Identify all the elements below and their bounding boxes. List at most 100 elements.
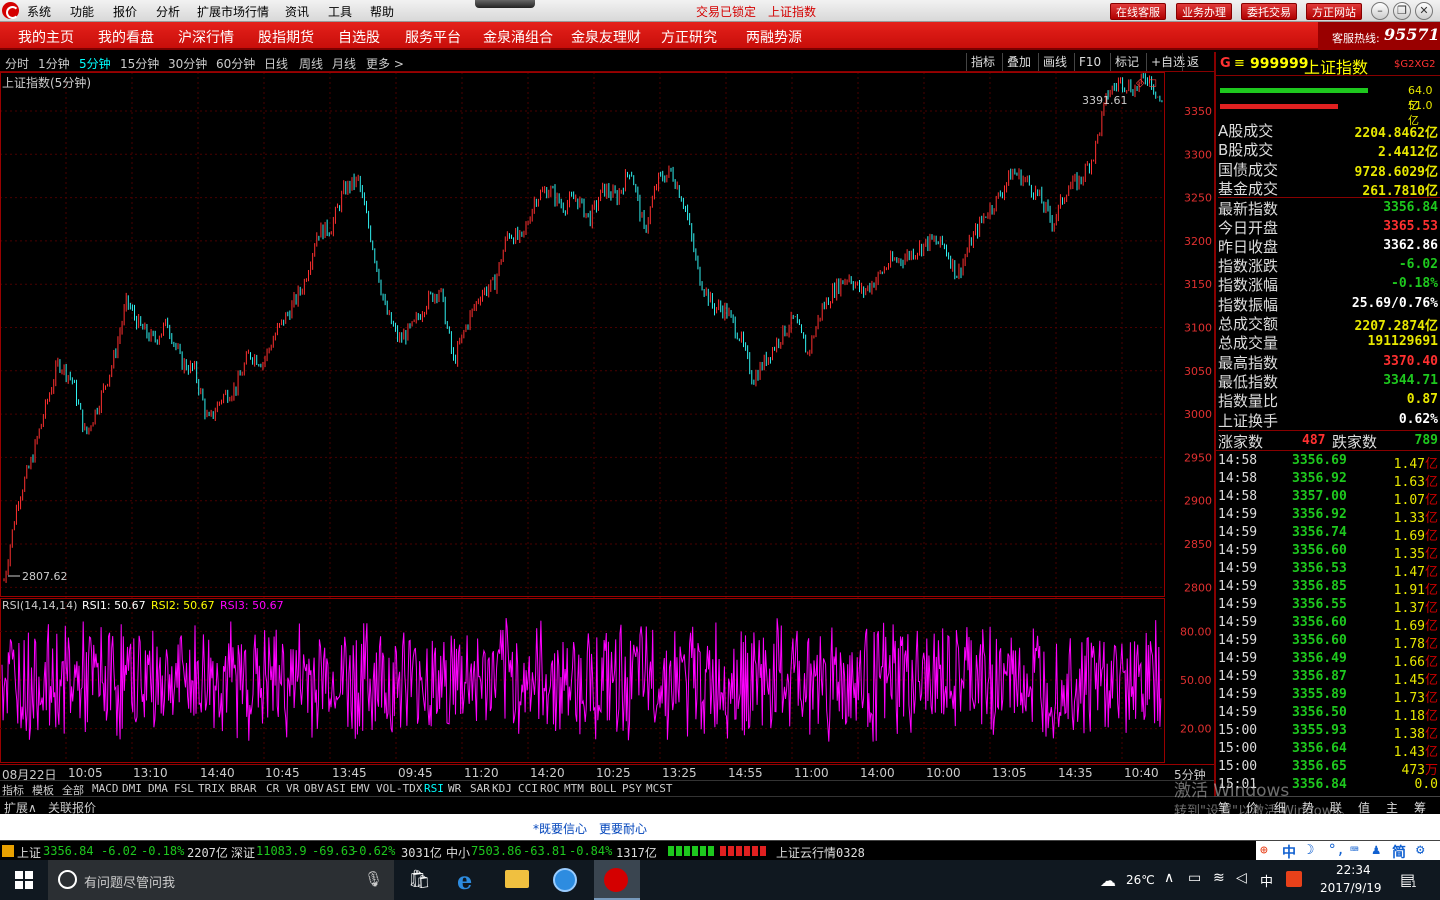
nav-finance[interactable]: 金泉友理财 <box>571 27 641 47</box>
ime-simplified[interactable]: 简 <box>1392 842 1406 862</box>
indicator-tab-brar[interactable]: BRAR <box>230 782 257 795</box>
minimize-icon[interactable]: – <box>1371 2 1389 20</box>
period-daily[interactable]: 日线 <box>264 55 288 72</box>
website-button[interactable]: 方正网站 <box>1306 3 1362 20</box>
menu-item-quote[interactable]: 报价 <box>113 3 137 20</box>
store-icon[interactable]: 🛍 <box>408 869 431 890</box>
indicator-tab-obv[interactable]: OBV <box>304 782 324 795</box>
indicator-tab-rsi[interactable]: RSI <box>424 782 444 795</box>
indicator-tab-trix[interactable]: TRIX <box>198 782 225 795</box>
nav-sh-sz[interactable]: 沪深行情 <box>178 27 234 47</box>
period-monthly[interactable]: 月线 <box>332 55 356 72</box>
menu-item-analysis[interactable]: 分析 <box>156 3 180 20</box>
tool-indicator[interactable]: 指标 <box>966 53 999 71</box>
kline-chart[interactable]: 上证指数(5分钟) 3350 3300 3250 3200 3150 3100 3050 30… <box>0 72 1214 764</box>
menu-item-system[interactable]: 系统 <box>27 3 51 20</box>
folder-icon[interactable] <box>505 870 529 888</box>
ime-keyboard-icon[interactable]: ⌨ <box>1350 842 1358 858</box>
founder-app-icon[interactable] <box>604 868 628 892</box>
menu-item-tools[interactable]: 工具 <box>328 3 352 20</box>
trade-button[interactable]: 委托交易 <box>1241 3 1297 20</box>
nav-favorites[interactable]: 自选股 <box>338 27 380 47</box>
indicator-tab-fsl[interactable]: FSL <box>174 782 194 795</box>
ime-settings-icon[interactable]: ⚙ <box>1416 842 1424 858</box>
nav-watch[interactable]: 我的看盘 <box>98 27 154 47</box>
indicator-tab-kdj[interactable]: KDJ <box>492 782 512 795</box>
ime-tray[interactable]: 中 <box>1260 871 1273 890</box>
nav-service[interactable]: 服务平台 <box>405 27 461 47</box>
weather-icon[interactable]: ☁ <box>1100 871 1116 890</box>
ime-logo-icon[interactable]: ⊕ <box>1260 843 1268 858</box>
promo-link-2[interactable]: 更要耐心 <box>599 820 647 837</box>
indicator-tab-dma[interactable]: DMA <box>148 782 168 795</box>
clock-time[interactable]: 22:34 <box>1336 863 1371 877</box>
nav-research[interactable]: 方正研究 <box>661 27 717 47</box>
ime-user-icon[interactable]: ♟ <box>1372 842 1380 858</box>
ime-mode[interactable]: 中 <box>1282 842 1296 862</box>
indicator-tab-macd[interactable]: MACD <box>92 782 119 795</box>
tray-up-icon[interactable]: ∧ <box>1164 870 1174 886</box>
nav-portfolio[interactable]: 金泉涌组合 <box>483 27 553 47</box>
period-more[interactable]: 更多 > <box>366 55 404 72</box>
microphone-icon[interactable]: 🎙 <box>364 870 383 888</box>
indicator-tab-psy[interactable]: PSY <box>622 782 642 795</box>
online-service-button[interactable]: 在线客服 <box>1110 3 1166 20</box>
indicator-tab-dmi[interactable]: DMI <box>122 782 142 795</box>
indicator-tab-wr[interactable]: WR <box>448 782 461 795</box>
indicator-tab-boll[interactable]: BOLL <box>590 782 617 795</box>
indicator-tab-cr[interactable]: CR <box>266 782 279 795</box>
ime-punct-icon[interactable]: °, <box>1328 842 1345 858</box>
menu-item-help[interactable]: 帮助 <box>370 3 394 20</box>
ime-moon-icon[interactable]: ☽ <box>1306 842 1314 858</box>
indicator-tab-vol-tdx[interactable]: VOL-TDX <box>376 782 422 795</box>
period-15min[interactable]: 15分钟 <box>120 55 159 72</box>
promo-link-1[interactable]: *既要信心 <box>533 820 587 837</box>
nav-margin[interactable]: 两融势源 <box>746 27 802 47</box>
period-timeshare[interactable]: 分时 <box>5 55 29 72</box>
restore-icon[interactable]: ❐ <box>1393 2 1411 20</box>
period-60min[interactable]: 60分钟 <box>216 55 255 72</box>
battery-icon[interactable]: ▭ <box>1188 870 1201 886</box>
indicator-tab-sar[interactable]: SAR <box>470 782 490 795</box>
tool-back[interactable]: 返回 <box>1182 53 1214 87</box>
expand-icon[interactable]: ◇ ◻ <box>1136 76 1157 89</box>
edge-icon[interactable]: e <box>457 866 472 895</box>
windows-start-icon[interactable] <box>15 871 33 889</box>
tool-f10[interactable]: F10 <box>1074 53 1105 71</box>
wifi-icon[interactable]: ≋ <box>1213 870 1225 886</box>
indicator-tab-roc[interactable]: ROC <box>540 782 560 795</box>
period-weekly[interactable]: 周线 <box>299 55 323 72</box>
menu-item-ext-market[interactable]: 扩展市场行情 <box>197 3 269 20</box>
period-30min[interactable]: 30分钟 <box>168 55 207 72</box>
tool-overlay[interactable]: 叠加 <box>1002 53 1035 71</box>
period-1min[interactable]: 1分钟 <box>38 55 70 72</box>
business-button[interactable]: 业务办理 <box>1176 3 1232 20</box>
volume-icon[interactable]: ◁ <box>1236 870 1247 886</box>
drag-handle[interactable] <box>475 0 535 8</box>
weather-temp[interactable]: 26℃ <box>1126 873 1155 887</box>
ie-icon[interactable] <box>553 868 577 892</box>
volume-bar-green <box>1220 88 1368 93</box>
indicator-tab-asi[interactable]: ASI <box>326 782 346 795</box>
menu-icon[interactable]: ≡ <box>1234 56 1245 71</box>
indicator-tab-vr[interactable]: VR <box>286 782 299 795</box>
ticker-icon[interactable] <box>2 845 14 857</box>
tool-draw[interactable]: 画线 <box>1038 53 1071 71</box>
menu-item-function[interactable]: 功能 <box>70 3 94 20</box>
rsi2-value: RSI2: 50.67 <box>151 599 215 612</box>
close-icon[interactable]: ✕ <box>1415 2 1433 20</box>
cloud-quote-label[interactable]: 上证云行情0328 <box>776 844 865 861</box>
indicator-tab-emv[interactable]: EMV <box>350 782 370 795</box>
clock-date[interactable]: 2017/9/19 <box>1320 881 1382 895</box>
search-box[interactable]: 有问题尽管问我 🎙 <box>48 860 394 900</box>
tool-mark[interactable]: 标记 <box>1110 53 1143 71</box>
menu-item-news[interactable]: 资讯 <box>285 3 309 20</box>
indicator-tab-mcst[interactable]: MCST <box>646 782 673 795</box>
nav-futures[interactable]: 股指期货 <box>258 27 314 47</box>
indicator-tab-mtm[interactable]: MTM <box>564 782 584 795</box>
indicator-tab-cci[interactable]: CCI <box>518 782 538 795</box>
quote-key: 最高指数 <box>1218 353 1279 372</box>
ime-tray-icon[interactable] <box>1286 871 1302 887</box>
period-5min[interactable]: 5分钟 <box>79 55 111 72</box>
nav-home[interactable]: 我的主页 <box>18 27 74 47</box>
